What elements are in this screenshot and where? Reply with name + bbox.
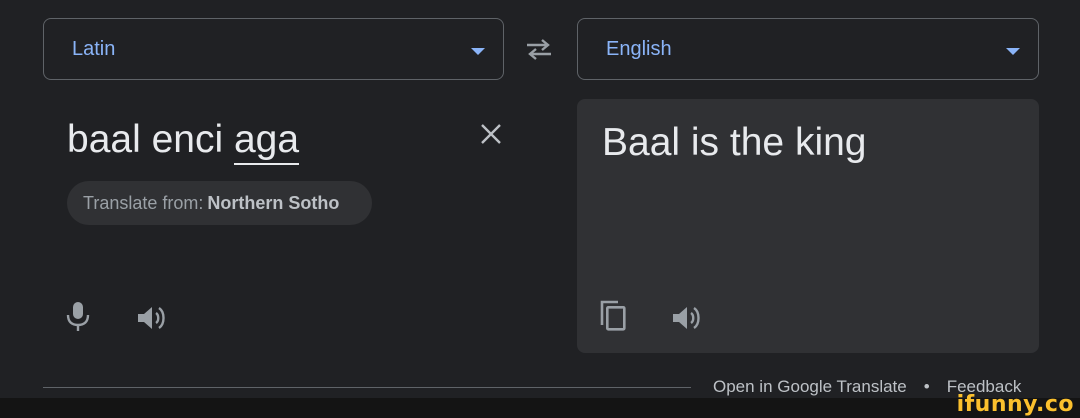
translation-panel: Baal is the king: [577, 99, 1039, 353]
microphone-button[interactable]: [64, 300, 92, 334]
copy-translation-button[interactable]: [598, 299, 628, 333]
copy-icon: [600, 300, 626, 331]
translation-text: Baal is the king: [602, 121, 867, 164]
ifunny-watermark: ifunny.co: [956, 392, 1074, 417]
speaker-icon: [673, 307, 700, 329]
swap-icon: [527, 39, 551, 60]
source-text-input[interactable]: baal enci aga: [67, 116, 300, 165]
source-listen-button[interactable]: [136, 304, 168, 332]
swap-languages-button[interactable]: [522, 34, 556, 64]
detected-language: Northern Sotho: [207, 192, 340, 213]
footer-divider: [43, 387, 691, 388]
chevron-down-icon: [1006, 48, 1020, 55]
target-language-label: English: [606, 38, 672, 60]
source-language-label: Latin: [72, 38, 116, 60]
translation-listen-button[interactable]: [671, 304, 703, 332]
detected-language-chip[interactable]: Translate from: Northern Sotho: [67, 181, 372, 225]
close-icon: [481, 124, 501, 144]
clear-text-button[interactable]: [478, 121, 504, 147]
detect-prefix: Translate from:: [83, 192, 204, 213]
target-language-select[interactable]: English: [577, 18, 1039, 80]
footer-separator: •: [923, 377, 930, 396]
open-in-google-translate-link[interactable]: Open in Google Translate: [713, 377, 907, 396]
source-language-select[interactable]: Latin: [43, 18, 504, 80]
source-text-part: baal enci: [67, 118, 234, 161]
microphone-icon: [66, 302, 90, 331]
chevron-down-icon: [471, 48, 485, 55]
speaker-icon: [138, 307, 165, 329]
watermark-strip: [0, 398, 1080, 418]
source-text-underlined-word: aga: [233, 118, 300, 165]
